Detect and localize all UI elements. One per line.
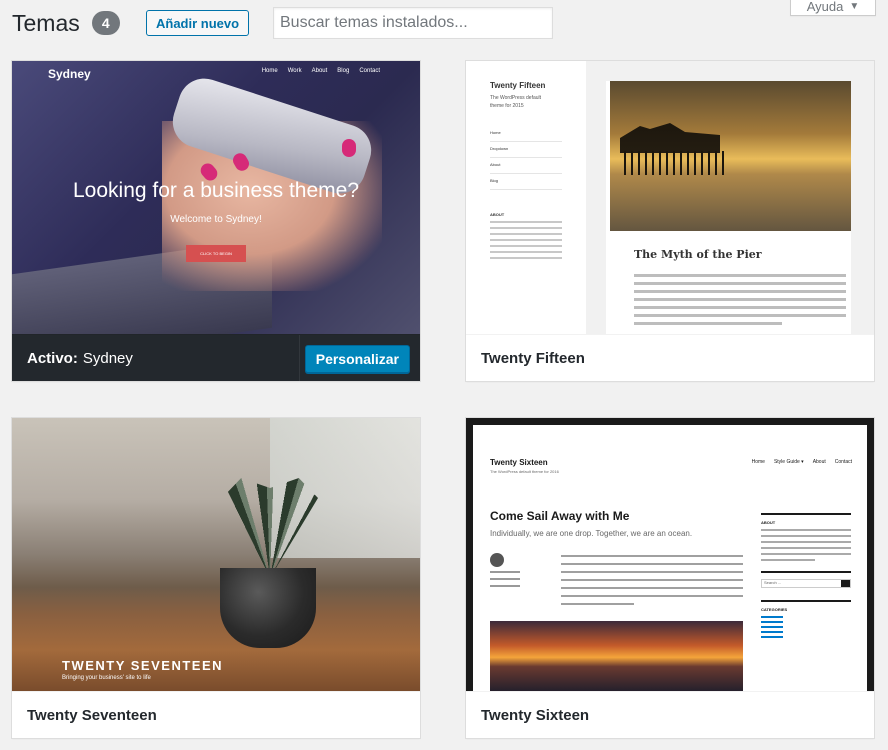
preview-content: The Myth of the Pier <box>606 81 851 334</box>
preview-excerpt: Individually, we are one drop. Together,… <box>490 529 693 538</box>
preview-nav-item: Home <box>751 459 765 465</box>
help-tab-button[interactable]: Ayuda ▼ <box>790 0 876 16</box>
theme-count-badge: 4 <box>91 11 120 35</box>
active-label: Activo: <box>27 349 78 367</box>
customize-button[interactable]: Personalizar <box>304 345 410 373</box>
preview-pot-image <box>220 568 316 648</box>
divider <box>299 335 300 381</box>
preview-post-title: The Myth of the Pier <box>634 248 762 261</box>
preview-widget-title: ABOUT <box>490 212 505 217</box>
preview-menu-item: Home <box>490 130 501 135</box>
preview-post-meta <box>490 571 530 592</box>
page-title: Temas <box>12 9 80 36</box>
preview-page: Twenty Sixteen The WordPress default the… <box>473 425 867 691</box>
preview-nav-item: Contact <box>834 459 852 465</box>
theme-name-bar: Activo: Sydney Personalizar <box>12 334 420 381</box>
preview-headline: Looking for a business theme? <box>72 179 359 202</box>
preview-pier-photo <box>610 81 851 231</box>
preview-nav-item: About <box>812 459 826 465</box>
preview-text-lines <box>561 555 743 611</box>
preview-search-field: Search ... <box>761 579 851 588</box>
add-new-theme-button[interactable]: Añadir nuevo <box>146 10 250 36</box>
preview-site-title: Sydney <box>48 67 91 81</box>
preview-menu-item: Dropdown <box>490 146 509 151</box>
preview-widget-title: ABOUT <box>761 520 776 525</box>
caret-down-icon: ▼ <box>849 1 860 12</box>
preview-site-title: TWENTY SEVENTEEN <box>62 658 224 673</box>
preview-sidebar: Twenty Fifteen The WordPress default the… <box>466 61 586 334</box>
preview-nav-item: Home <box>261 68 278 74</box>
preview-tagline: The WordPress default theme for 2015 <box>490 95 542 109</box>
divider <box>490 173 562 174</box>
preview-avatar <box>490 553 504 567</box>
theme-card-sydney[interactable]: Sydney Home Work About Blog Contact Look… <box>11 60 421 382</box>
help-label: Ayuda <box>806 0 844 14</box>
divider <box>490 189 562 190</box>
theme-card-twenty-seventeen[interactable]: TWENTY SEVENTEEN Bringing your business'… <box>11 417 421 739</box>
preview-nav-item: Work <box>287 68 302 74</box>
pier-legs <box>624 151 724 175</box>
preview-post-title: Come Sail Away with Me <box>490 509 630 523</box>
preview-menu-item: About <box>490 162 501 167</box>
preview-nail <box>342 139 356 157</box>
divider <box>490 141 562 142</box>
preview-nav-item: Contact <box>359 68 380 74</box>
divider <box>490 157 562 158</box>
theme-name-bar: Twenty Fifteen <box>466 334 874 381</box>
theme-name: Twenty Fifteen <box>481 349 585 367</box>
preview-tagline: The WordPress default theme for 2016 <box>490 469 559 474</box>
theme-name-bar: Twenty Seventeen <box>12 691 420 738</box>
theme-screenshot[interactable]: Sydney Home Work About Blog Contact Look… <box>12 61 420 334</box>
theme-screenshot[interactable]: Twenty Fifteen The WordPress default the… <box>466 61 874 334</box>
preview-nav-item: Blog <box>337 68 350 74</box>
preview-tagline: Bringing your business' site to life <box>62 675 151 681</box>
preview-nav-item: Style Guide ▾ <box>773 459 804 465</box>
theme-screenshot[interactable]: Twenty Sixteen The WordPress default the… <box>466 418 874 691</box>
preview-nav: Home Style Guide ▾ About Contact <box>752 459 852 465</box>
preview-site-title: Twenty Sixteen <box>490 458 548 467</box>
preview-nav: Home Work About Blog Contact <box>262 68 380 74</box>
search-installed-themes-input[interactable]: Buscar temas instalados... <box>273 7 553 39</box>
page-header: Temas 4 <box>12 8 120 38</box>
preview-nav-item: About <box>311 68 328 74</box>
preview-menu-item: Blog <box>490 178 499 183</box>
theme-name: Twenty Sixteen <box>481 706 590 724</box>
preview-category-links <box>761 616 851 638</box>
preview-subheadline: Welcome to Sydney! <box>170 214 262 225</box>
theme-name-bar: Twenty Sixteen <box>466 691 874 738</box>
preview-text-lines <box>634 274 846 330</box>
theme-card-twenty-fifteen[interactable]: Twenty Fifteen The WordPress default the… <box>465 60 875 382</box>
theme-name: Twenty Seventeen <box>27 706 157 724</box>
theme-name: Sydney <box>82 349 133 367</box>
theme-card-twenty-sixteen[interactable]: Twenty Sixteen The WordPress default the… <box>465 417 875 739</box>
theme-screenshot[interactable]: TWENTY SEVENTEEN Bringing your business'… <box>12 418 420 691</box>
preview-widget-title: CATEGORIES <box>761 607 788 612</box>
preview-site-title: Twenty Fifteen <box>490 81 546 90</box>
preview-text-lines <box>490 221 576 259</box>
preview-cta-button: CLICK TO BEGIN <box>186 245 246 262</box>
preview-sunset-photo <box>490 621 743 691</box>
preview-sidebar: ABOUT Search ... CATEGORIES <box>761 513 851 641</box>
